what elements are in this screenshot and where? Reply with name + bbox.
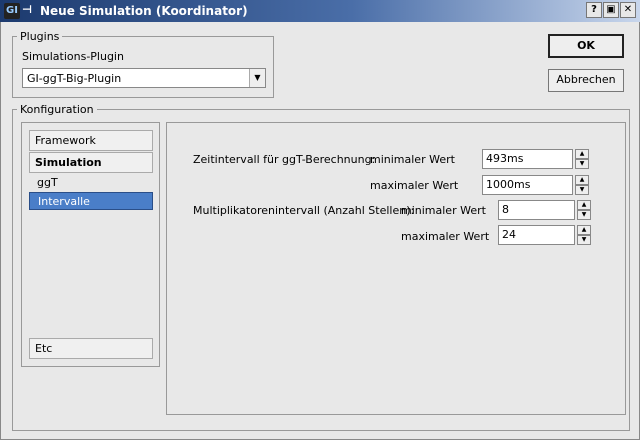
mult-interval-label: Multiplikatorenintervall (Anzahl Stellen… (193, 204, 415, 217)
nav-tab-framework[interactable]: Framework (29, 130, 153, 151)
config-nav: Framework Simulation ggT Intervalle Etc (21, 122, 160, 367)
nav-tab-simulation[interactable]: Simulation (29, 152, 153, 173)
zeit-max-label: maximaler Wert (370, 179, 459, 192)
mult-min-label: minimaler Wert (401, 204, 486, 217)
window-title: Neue Simulation (Koordinator) (40, 4, 248, 18)
nav-item-ggt[interactable]: ggT (29, 174, 153, 192)
config-group-label: Konfiguration (20, 103, 94, 116)
down-arrow-icon[interactable]: ▼ (577, 235, 591, 245)
nav-tab-etc[interactable]: Etc (29, 338, 153, 359)
maximize-button[interactable]: ▣ (603, 2, 619, 18)
zeit-min-label: minimaler Wert (370, 153, 455, 166)
zeit-max-input[interactable]: 1000ms (482, 175, 573, 195)
ok-button[interactable]: OK (548, 34, 624, 58)
close-button[interactable]: ✕ (620, 2, 636, 18)
help-button[interactable]: ? (586, 2, 602, 18)
up-arrow-icon[interactable]: ▲ (577, 200, 591, 210)
nav-item-intervalle[interactable]: Intervalle (29, 192, 153, 210)
mult-min-input[interactable]: 8 (498, 200, 575, 220)
app-icon[interactable]: GI (4, 3, 20, 19)
down-arrow-icon[interactable]: ▼ (575, 159, 589, 169)
plugin-select[interactable]: GI-ggT-Big-Plugin ▼ (22, 68, 266, 88)
chevron-down-icon[interactable]: ▼ (249, 69, 265, 87)
title-bar[interactable]: GI ⊣ Neue Simulation (Koordinator) ? ▣ ✕ (0, 0, 640, 22)
plugin-select-value: GI-ggT-Big-Plugin (27, 72, 122, 85)
simulations-plugin-label: Simulations-Plugin (22, 50, 124, 63)
cancel-button[interactable]: Abbrechen (548, 69, 624, 92)
mult-max-input[interactable]: 24 (498, 225, 575, 245)
down-arrow-icon[interactable]: ▼ (575, 185, 589, 195)
up-arrow-icon[interactable]: ▲ (575, 149, 589, 159)
up-arrow-icon[interactable]: ▲ (577, 225, 591, 235)
pin-icon[interactable]: ⊣ (22, 2, 36, 18)
down-arrow-icon[interactable]: ▼ (577, 210, 591, 220)
zeit-interval-label: Zeitintervall für ggT-Berechnung: (193, 153, 376, 166)
zeit-min-input[interactable]: 493ms (482, 149, 573, 169)
mult-max-label: maximaler Wert (401, 230, 490, 243)
plugins-group-label: Plugins (20, 30, 60, 43)
up-arrow-icon[interactable]: ▲ (575, 175, 589, 185)
